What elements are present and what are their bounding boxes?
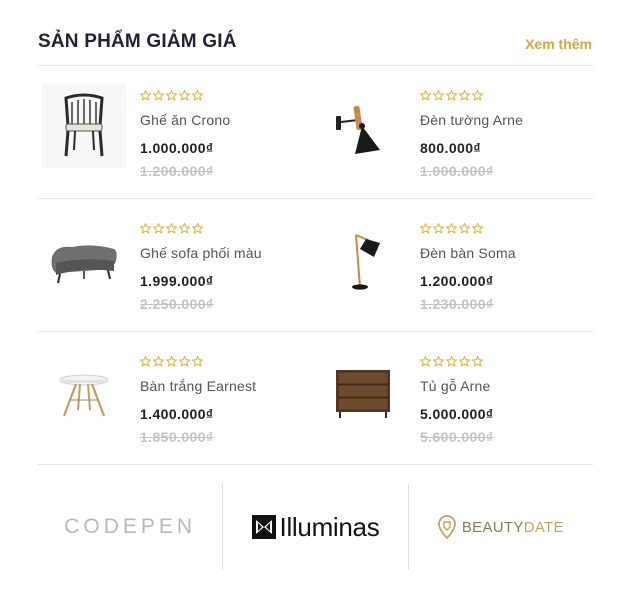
star-icon [446, 90, 457, 101]
star-icon [446, 223, 457, 234]
product-card[interactable]: Tủ gỗ Arne 5.000.000₫ 5.600.000₫ [318, 332, 588, 465]
star-icon [140, 223, 151, 234]
product-old-price: 1.000.000₫ [420, 163, 494, 179]
product-card[interactable]: Ghế ăn Crono 1.000.000₫ 1.200.000₫ [38, 66, 308, 199]
product-name[interactable]: Bàn trắng Earnest [140, 378, 308, 394]
product-old-price: 1.200.000₫ [140, 163, 214, 179]
product-name[interactable]: Tủ gỗ Arne [420, 378, 588, 394]
star-icon [459, 90, 470, 101]
wood-dresser-icon[interactable] [322, 350, 406, 434]
product-card[interactable]: Đèn bàn Soma 1.200.000₫ 1.230.000₫ [318, 199, 588, 332]
product-grid: Ghế ăn Crono 1.000.000₫ 1.200.000₫ Đèn t… [38, 66, 593, 465]
brand-beautydate[interactable]: BEAUTY DATE [407, 484, 593, 570]
product-row: Ghế sofa phối màu 1.999.000₫ 2.250.000₫ [38, 199, 593, 332]
section-header: SẢN PHẨM GIẢM GIÁ Xem thêm [38, 28, 593, 66]
star-icon [433, 223, 444, 234]
dining-chair-icon[interactable] [42, 84, 126, 168]
brand-illuminas[interactable]: Illuminas [222, 484, 407, 570]
product-card[interactable]: Đèn tường Arne 800.000₫ 1.000.000₫ [318, 66, 588, 199]
star-icon [420, 356, 431, 367]
illuminas-wordmark: Illuminas [279, 511, 380, 542]
star-icon [472, 356, 483, 367]
rating-stars [140, 356, 308, 368]
round-table-icon[interactable] [42, 350, 126, 434]
product-old-price: 1.850.000₫ [140, 429, 214, 445]
product-price: 5.000.000₫ [420, 406, 494, 422]
product-old-price: 5.600.000₫ [420, 429, 494, 445]
sofa-icon[interactable] [42, 217, 126, 301]
rating-stars [420, 223, 588, 235]
rating-stars [420, 90, 588, 102]
star-icon [153, 356, 164, 367]
star-icon [179, 356, 190, 367]
star-icon [140, 356, 151, 367]
product-price: 1.999.000₫ [140, 273, 214, 289]
star-icon [472, 223, 483, 234]
star-icon [153, 90, 164, 101]
beautydate-word-2: DATE [523, 518, 564, 536]
product-name[interactable]: Đèn bàn Soma [420, 245, 588, 261]
codepen-logo: CODEPEN [64, 515, 196, 539]
star-icon [179, 90, 190, 101]
product-price: 800.000₫ [420, 140, 481, 156]
table-lamp-icon[interactable] [322, 217, 406, 301]
brand-logos: CODEPEN Illuminas BEAUTY DATE [38, 484, 593, 570]
product-name[interactable]: Ghế ăn Crono [140, 112, 308, 128]
rating-stars [420, 356, 588, 368]
star-icon [446, 356, 457, 367]
star-icon [472, 90, 483, 101]
star-icon [459, 356, 470, 367]
product-old-price: 1.230.000₫ [420, 296, 494, 312]
star-icon [166, 356, 177, 367]
wall-lamp-icon[interactable] [322, 84, 406, 168]
product-row: Bàn trắng Earnest 1.400.000₫ 1.850.000₫ [38, 332, 593, 465]
product-name[interactable]: Ghế sofa phối màu [140, 245, 308, 261]
product-name[interactable]: Đèn tường Arne [420, 112, 588, 128]
product-old-price: 2.250.000₫ [140, 296, 214, 312]
illuminas-logo: Illuminas [251, 511, 380, 543]
product-price: 1.400.000₫ [140, 406, 214, 422]
product-row: Ghế ăn Crono 1.000.000₫ 1.200.000₫ Đèn t… [38, 66, 593, 199]
brand-codepen[interactable]: CODEPEN [38, 484, 222, 570]
star-icon [192, 223, 203, 234]
codepen-wordmark: CODEPEN [64, 515, 197, 538]
product-price: 1.000.000₫ [140, 140, 214, 156]
star-icon [433, 90, 444, 101]
star-icon [192, 90, 203, 101]
star-icon [166, 223, 177, 234]
star-icon [420, 223, 431, 234]
beautydate-word-1: BEAUTY [461, 518, 524, 536]
illuminas-mark-icon [251, 515, 276, 539]
product-card[interactable]: Bàn trắng Earnest 1.400.000₫ 1.850.000₫ [38, 332, 308, 465]
star-icon [192, 356, 203, 367]
star-icon [179, 223, 190, 234]
beautydate-logo: BEAUTY DATE [437, 515, 564, 539]
product-price: 1.200.000₫ [420, 273, 494, 289]
section-title: SẢN PHẨM GIẢM GIÁ [38, 31, 237, 52]
rating-stars [140, 223, 308, 235]
rating-stars [140, 90, 308, 102]
star-icon [140, 90, 151, 101]
beautydate-pin-icon [437, 515, 456, 539]
see-more-link[interactable]: Xem thêm [525, 36, 592, 52]
product-card[interactable]: Ghế sofa phối màu 1.999.000₫ 2.250.000₫ [38, 199, 308, 332]
star-icon [420, 90, 431, 101]
star-icon [459, 223, 470, 234]
star-icon [433, 356, 444, 367]
star-icon [153, 223, 164, 234]
star-icon [166, 90, 177, 101]
